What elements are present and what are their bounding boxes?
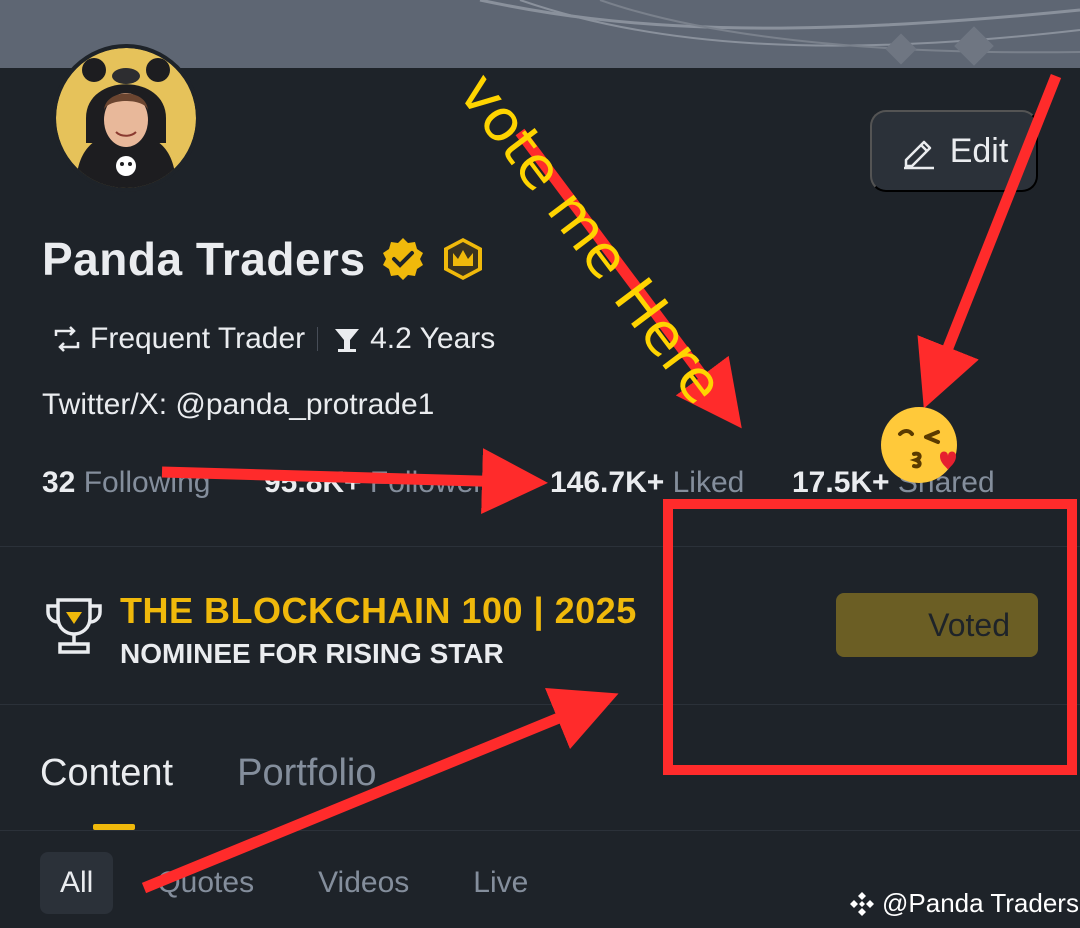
tabs-divider — [0, 830, 1080, 831]
content-tabs: Content Portfolio — [40, 752, 377, 795]
award-section[interactable]: THE BLOCKCHAIN 100 | 2025 NOMINEE FOR RI… — [44, 590, 637, 670]
award-subtitle: NOMINEE FOR RISING STAR — [120, 638, 504, 669]
profile-traits: Frequent Trader 4.2 Years — [50, 322, 495, 356]
tab-portfolio[interactable]: Portfolio — [237, 752, 376, 795]
award-title: THE BLOCKCHAIN 100 | 2025 — [120, 590, 637, 631]
stat-label: Followers — [369, 466, 499, 499]
voted-button[interactable]: Voted — [836, 593, 1038, 657]
trophy-cup-icon — [335, 329, 360, 352]
section-divider — [0, 704, 1080, 705]
edit-label: Edit — [949, 131, 1009, 170]
stat-value: 17.5K+ — [792, 466, 890, 499]
profile-name: Panda Traders — [42, 233, 366, 285]
pencil-icon — [903, 140, 934, 170]
watermark: @Panda Traders — [848, 888, 1079, 919]
trait-years: 4.2 Years — [370, 322, 496, 355]
profile-avatar[interactable] — [52, 44, 200, 192]
verified-badge-icon[interactable] — [380, 236, 426, 282]
stat-liked[interactable]: 146.7K+ Liked — [550, 466, 744, 500]
crown-badge-icon[interactable] — [440, 236, 486, 282]
trait-frequent-trader: Frequent Trader — [90, 322, 306, 355]
section-divider — [0, 546, 1080, 547]
repeat-icon — [54, 326, 80, 352]
tab-content[interactable]: Content — [40, 752, 173, 795]
annotation-text: vote me Here — [445, 60, 738, 417]
content-filter-tabs: All Quotes Videos Live — [40, 852, 572, 914]
profile-bio: Twitter/X: @panda_protrade1 — [42, 388, 435, 421]
filter-live[interactable]: Live — [453, 852, 548, 914]
filter-all[interactable]: All — [40, 852, 114, 914]
stat-following[interactable]: 32 Following — [42, 466, 210, 500]
trophy-icon — [46, 598, 102, 654]
trait-divider — [317, 327, 319, 351]
watermark-text: @Panda Traders — [882, 888, 1079, 918]
stat-value: 146.7K+ — [550, 466, 665, 499]
stat-value: 32 — [42, 466, 76, 499]
edit-profile-button[interactable]: Edit — [870, 110, 1038, 192]
binance-logo-icon — [850, 891, 874, 916]
stat-label: Liked — [672, 466, 745, 499]
stat-label: Following — [83, 466, 211, 499]
filter-videos[interactable]: Videos — [298, 852, 429, 914]
filter-quotes[interactable]: Quotes — [137, 852, 274, 914]
stat-followers[interactable]: 95.8K+ Followers — [264, 466, 498, 500]
stat-value: 95.8K+ — [264, 466, 362, 499]
award-text: THE BLOCKCHAIN 100 | 2025 NOMINEE FOR RI… — [120, 590, 637, 670]
kissing-face-icon — [881, 407, 957, 483]
profile-name-row: Panda Traders — [42, 232, 486, 286]
